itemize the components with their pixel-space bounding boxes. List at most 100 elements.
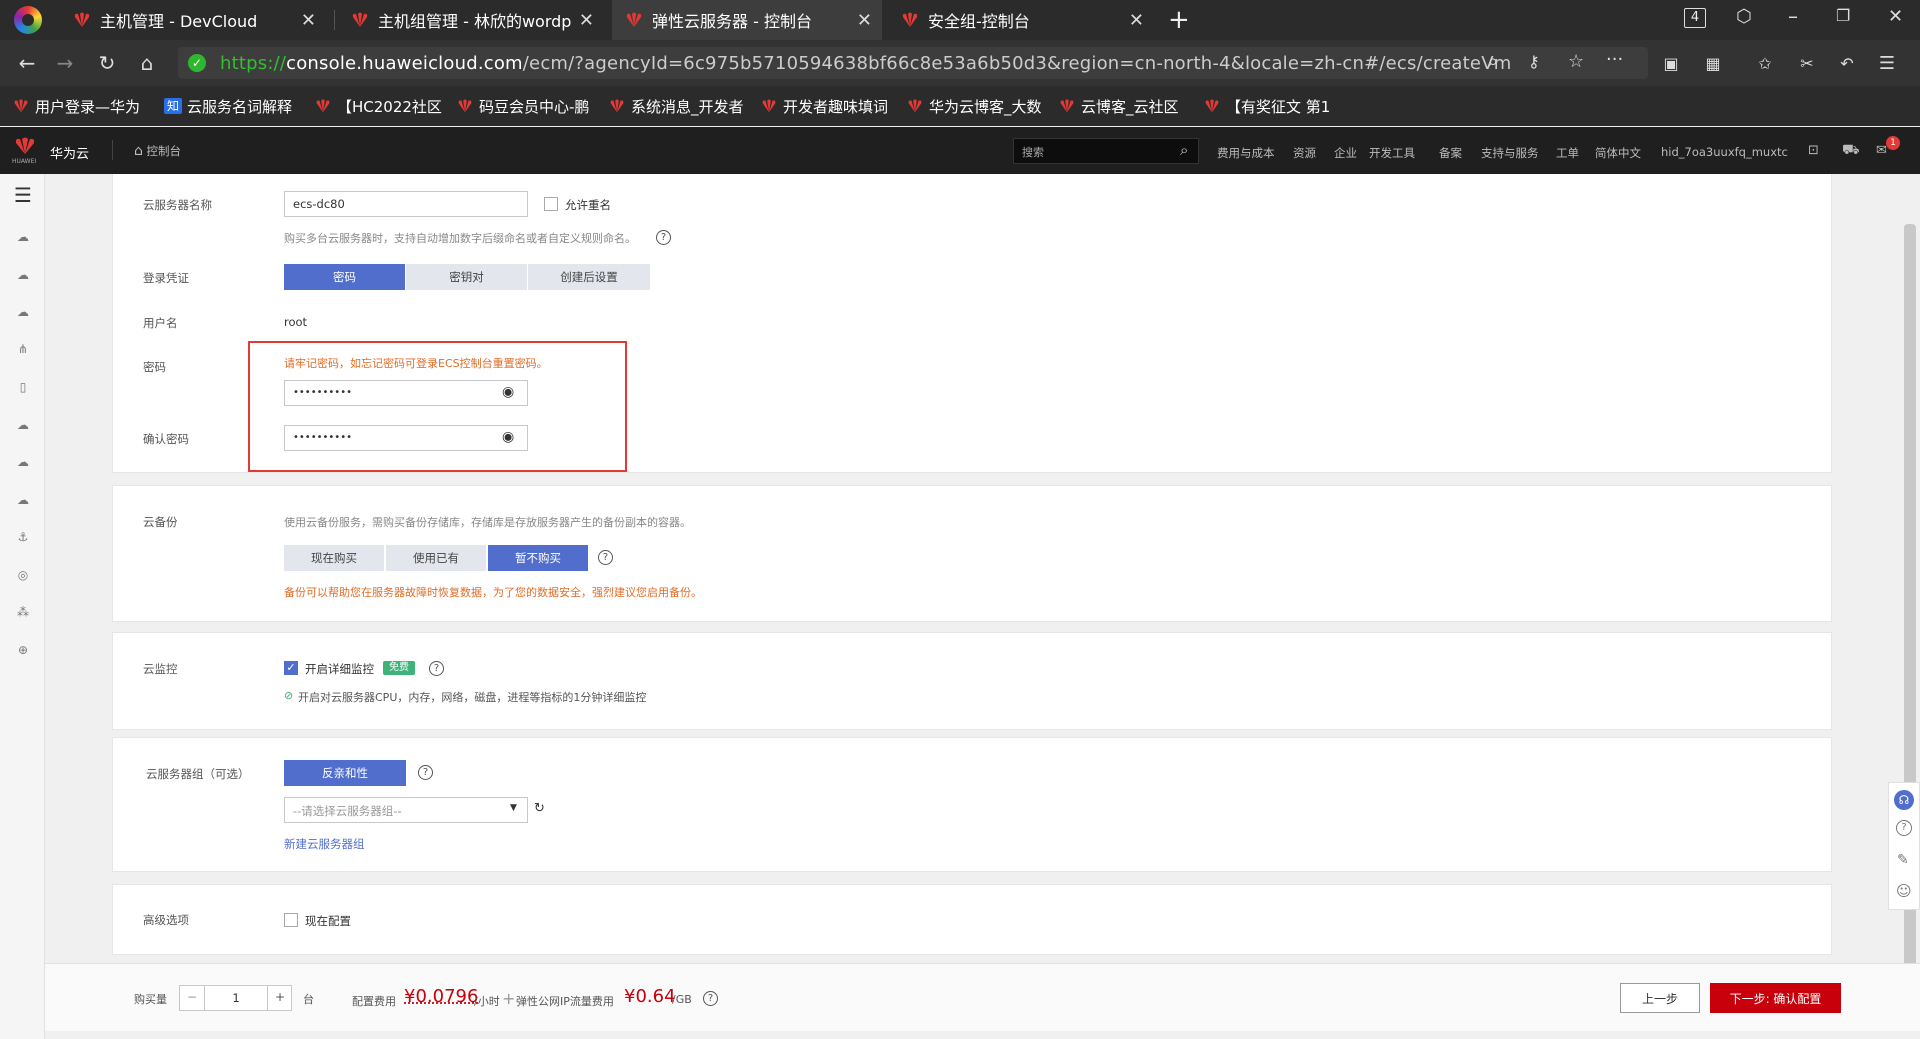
- anti-affinity-button[interactable]: 反亲和性: [284, 760, 406, 786]
- browser-tab[interactable]: 主机组管理 - 林欣的wordpre ✕: [338, 0, 604, 40]
- bookmark-item[interactable]: 用户登录—华为: [12, 96, 154, 116]
- next-confirm-button[interactable]: 下一步: 确认配置: [1710, 983, 1841, 1013]
- help-icon[interactable]: ?: [703, 991, 718, 1006]
- browser-tab[interactable]: 主机管理 - DevCloud ✕: [60, 0, 326, 40]
- undo-icon[interactable]: ↶: [1834, 50, 1860, 76]
- cloud-icon[interactable]: ☁: [12, 264, 34, 286]
- cloud-db-icon[interactable]: ☁: [12, 451, 34, 473]
- brand-name[interactable]: 华为云: [50, 143, 89, 162]
- advanced-config-checkbox[interactable]: [284, 913, 298, 927]
- apps-icon[interactable]: ▦: [1700, 50, 1726, 76]
- window-close-icon[interactable]: ✕: [1888, 6, 1903, 27]
- login-password-option[interactable]: 密码: [284, 264, 405, 290]
- help-icon[interactable]: ?: [429, 661, 444, 676]
- reader-icon[interactable]: ▣: [1658, 50, 1684, 76]
- message-icon[interactable]: ✉: [1876, 143, 1887, 158]
- network-icon[interactable]: ⋔: [12, 338, 34, 360]
- forward-icon[interactable]: →: [52, 50, 78, 76]
- quantity-input[interactable]: 1: [206, 986, 266, 1010]
- cloud-server-icon[interactable]: ☁: [12, 226, 34, 248]
- browser-tab-active[interactable]: 弹性云服务器 - 控制台 ✕: [612, 0, 882, 40]
- login-later-option[interactable]: 创建后设置: [528, 264, 650, 290]
- login-keypair-option[interactable]: 密钥对: [406, 264, 527, 290]
- tab-close-icon[interactable]: ✕: [1129, 10, 1144, 31]
- menu-icon[interactable]: ☰: [12, 183, 34, 207]
- increment-button[interactable]: +: [267, 986, 292, 1010]
- header-link[interactable]: 资源: [1293, 145, 1316, 161]
- minimize-icon[interactable]: –: [1788, 4, 1798, 28]
- bookmark-item[interactable]: 码豆会员中心-鹏: [456, 96, 596, 116]
- chevron-down-icon[interactable]: ▼: [510, 803, 517, 813]
- smile-icon[interactable]: ☺: [1896, 882, 1912, 900]
- search-icon[interactable]: ⌕: [1180, 141, 1188, 159]
- header-link[interactable]: 工单: [1556, 145, 1579, 161]
- new-server-group-link[interactable]: 新建云服务器组: [284, 836, 365, 852]
- backup-skip-option[interactable]: 暂不购买: [488, 545, 588, 571]
- back-icon[interactable]: ←: [14, 50, 40, 76]
- bookmark-item[interactable]: 系统消息_开发者: [608, 96, 748, 116]
- restore-icon[interactable]: ❐: [1836, 6, 1850, 25]
- key-icon[interactable]: ⚷: [1528, 52, 1540, 71]
- previous-button[interactable]: 上一步: [1620, 983, 1700, 1013]
- browser-tab[interactable]: 安全组-控制台 ✕: [888, 0, 1154, 40]
- help-icon[interactable]: ?: [1896, 820, 1912, 836]
- huawei-logo-icon[interactable]: [13, 136, 37, 156]
- home-icon[interactable]: ⌂: [134, 50, 160, 76]
- reload-icon[interactable]: ↻: [94, 50, 120, 76]
- browser-logo-icon[interactable]: [14, 6, 42, 34]
- cloud-sync-icon[interactable]: ☁: [12, 414, 34, 436]
- backup-buy-now-option[interactable]: 现在购买: [284, 545, 384, 571]
- terminal-icon[interactable]: ⊡: [1808, 143, 1819, 158]
- cloud-backup-icon[interactable]: ☁: [12, 489, 34, 511]
- backup-use-existing-option[interactable]: 使用已有: [386, 545, 486, 571]
- header-link[interactable]: 支持与服务: [1481, 145, 1539, 161]
- favorites-icon[interactable]: ✩: [1752, 50, 1778, 76]
- more-icon[interactable]: ···: [1606, 49, 1623, 70]
- tab-close-icon[interactable]: ✕: [301, 10, 316, 31]
- help-icon[interactable]: ?: [418, 765, 433, 780]
- zoom-icon[interactable]: ⌕: [1488, 51, 1498, 72]
- header-link[interactable]: hid_7oa3uuxfq_muxtc: [1661, 145, 1788, 159]
- server-group-select[interactable]: --请选择云服务器组--: [284, 797, 528, 823]
- console-search-input[interactable]: 搜索: [1013, 138, 1199, 164]
- allow-duplicate-checkbox[interactable]: [544, 197, 558, 211]
- cloud-storage-icon[interactable]: ☁: [12, 301, 34, 323]
- header-link[interactable]: 费用与成本: [1217, 145, 1275, 161]
- document-icon[interactable]: ▯: [12, 376, 34, 398]
- bookmark-item[interactable]: 开发者趣味填词: [760, 96, 900, 116]
- help-icon[interactable]: ?: [656, 230, 671, 245]
- server-name-input[interactable]: ecs-dc80: [284, 191, 528, 217]
- decrement-button[interactable]: −: [180, 986, 205, 1010]
- address-bar[interactable]: ✓ https://console.huaweicloud.com/ecm/?a…: [178, 47, 1648, 79]
- cart-icon[interactable]: ⛟: [1842, 142, 1860, 160]
- bookmark-item[interactable]: 云博客_云社区: [1058, 96, 1198, 116]
- customer-service-icon[interactable]: ☊: [1894, 790, 1914, 810]
- tab-close-icon[interactable]: ✕: [579, 10, 594, 31]
- quantity-stepper[interactable]: − 1 +: [179, 985, 292, 1011]
- header-link[interactable]: 企业: [1334, 145, 1357, 161]
- bookmark-item[interactable]: 知云服务名词解释: [164, 96, 304, 116]
- detailed-monitor-checkbox[interactable]: ✓: [284, 661, 298, 675]
- tab-close-icon[interactable]: ✕: [857, 10, 872, 31]
- bookmark-item[interactable]: 【HC2022社区: [314, 96, 454, 116]
- tab-count-badge[interactable]: 4: [1684, 8, 1706, 28]
- header-link[interactable]: 备案: [1439, 145, 1462, 161]
- globe-icon[interactable]: ⊕: [12, 639, 34, 661]
- anchor-icon[interactable]: ⚓: [12, 526, 34, 548]
- feedback-icon[interactable]: ✎: [1897, 852, 1909, 868]
- huawei-logo-icon: [902, 12, 918, 27]
- header-link[interactable]: 开发工具: [1369, 145, 1415, 161]
- cluster-icon[interactable]: ⁂: [12, 601, 34, 623]
- new-tab-icon[interactable]: +: [1168, 5, 1190, 35]
- help-icon[interactable]: ?: [598, 550, 613, 565]
- star-icon[interactable]: ☆: [1568, 51, 1584, 72]
- skin-icon[interactable]: ⬡: [1736, 6, 1752, 27]
- bookmark-item[interactable]: 华为云博客_大数: [906, 96, 1046, 116]
- bookmark-item[interactable]: 【有奖征文 第1: [1203, 96, 1343, 116]
- monitor-icon[interactable]: ◎: [12, 564, 34, 586]
- console-home-link[interactable]: ⌂ 控制台: [134, 143, 181, 159]
- refresh-icon[interactable]: ↻: [534, 801, 545, 816]
- menu-icon[interactable]: ☰: [1874, 50, 1900, 76]
- scissors-icon[interactable]: ✂: [1794, 50, 1820, 76]
- header-link[interactable]: 简体中文: [1595, 145, 1641, 161]
